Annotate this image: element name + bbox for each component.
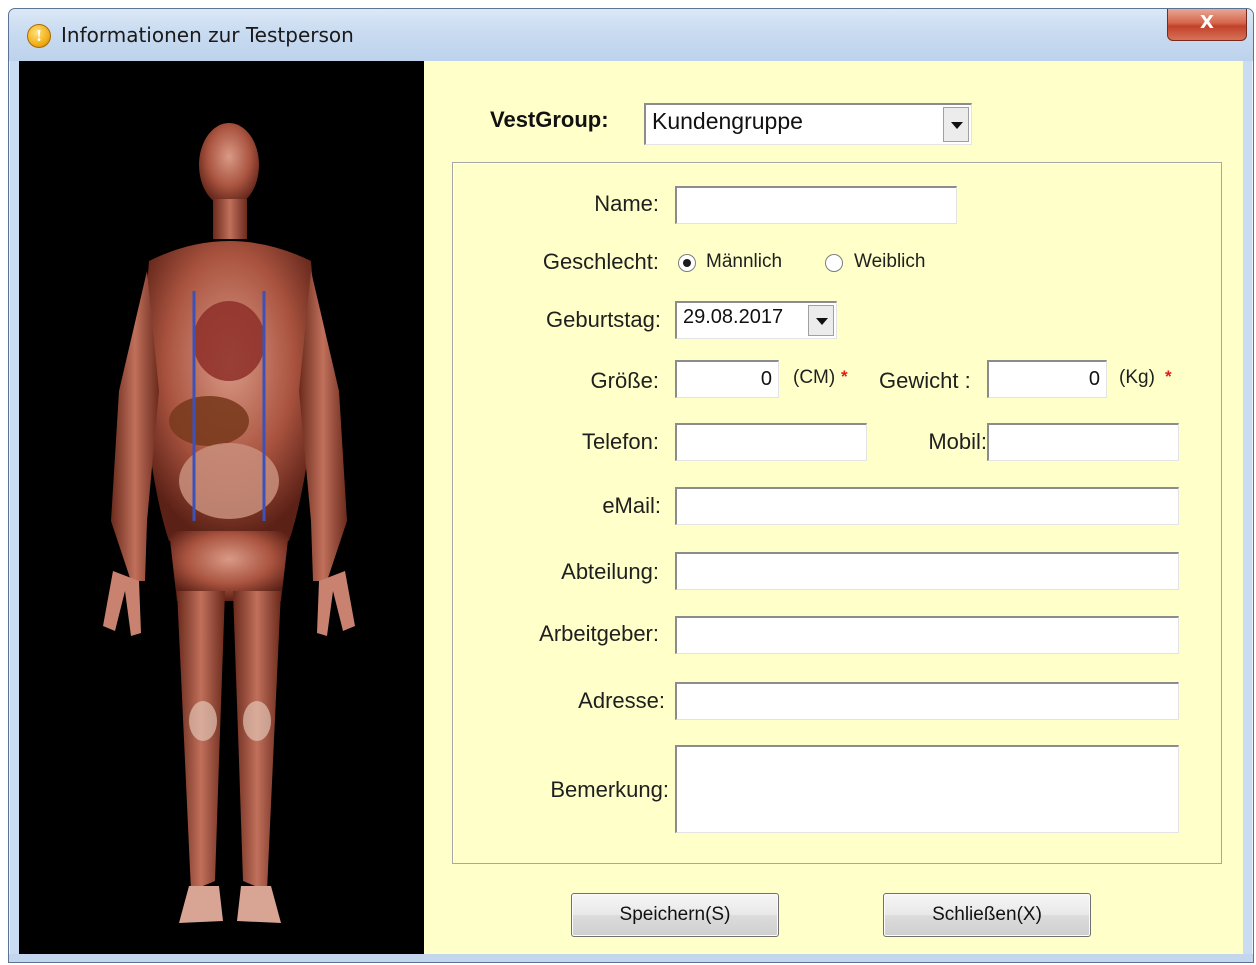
remark-textarea[interactable]	[675, 745, 1179, 833]
human-anatomy-figure	[103, 123, 355, 923]
window-title: Informationen zur Testperson	[61, 23, 354, 47]
title-bar[interactable]: ! Informationen zur Testperson X	[9, 9, 1253, 61]
height-input[interactable]: 0	[675, 360, 779, 398]
vestgroup-value: Kundengruppe	[652, 108, 803, 134]
vestgroup-label: VestGroup:	[490, 107, 609, 132]
name-label: Name:	[594, 191, 659, 216]
weight-label: Gewicht :	[879, 368, 971, 393]
close-button[interactable]: Schließen(X)	[883, 893, 1091, 937]
gender-male-radio[interactable]	[678, 254, 696, 272]
name-input[interactable]	[675, 186, 957, 224]
birthday-datepicker[interactable]: 29.08.2017	[675, 301, 837, 339]
mobile-label: Mobil:	[928, 429, 987, 454]
vestgroup-select[interactable]: Kundengruppe	[644, 103, 972, 145]
dropdown-arrow-icon[interactable]	[943, 107, 969, 142]
email-label: eMail:	[602, 493, 661, 518]
window-bottom-border	[9, 954, 1253, 962]
employer-label: Arbeitgeber:	[539, 621, 659, 646]
mobile-input[interactable]	[987, 423, 1179, 461]
info-icon: !	[27, 24, 51, 48]
dialog-window: ! Informationen zur Testperson X VestGro…	[8, 8, 1254, 963]
anatomy-image	[19, 61, 424, 956]
employer-input[interactable]	[675, 616, 1179, 654]
birthday-value: 29.08.2017	[683, 306, 784, 328]
department-label: Abteilung:	[561, 559, 659, 584]
gender-male-label: Männlich	[706, 251, 783, 272]
gender-female-radio[interactable]	[825, 254, 843, 272]
gender-female-label: Weiblich	[854, 251, 926, 272]
height-required-mark: *	[841, 367, 848, 386]
department-input[interactable]	[675, 552, 1179, 590]
address-input[interactable]	[675, 682, 1179, 720]
weight-unit: (Kg)	[1119, 367, 1155, 388]
dialog-client-area: VestGroup: Kundengruppe Name: Geschlecht…	[19, 61, 1243, 956]
weight-input[interactable]: 0	[987, 360, 1107, 398]
close-window-button[interactable]: X	[1167, 9, 1247, 41]
phone-label: Telefon:	[581, 429, 659, 454]
email-input[interactable]	[675, 487, 1179, 525]
address-label: Adresse:	[578, 688, 665, 713]
height-label: Größe:	[590, 368, 659, 393]
gender-label: Geschlecht:	[542, 249, 659, 274]
birthday-label: Geburtstag:	[546, 307, 661, 332]
weight-required-mark: *	[1165, 367, 1172, 386]
save-button[interactable]: Speichern(S)	[571, 893, 779, 937]
dropdown-arrow-icon[interactable]	[808, 305, 834, 336]
remark-label: Bemerkung:	[550, 777, 669, 802]
close-icon: X	[1200, 12, 1214, 33]
phone-input[interactable]	[675, 423, 867, 461]
height-unit: (CM)	[793, 367, 836, 388]
